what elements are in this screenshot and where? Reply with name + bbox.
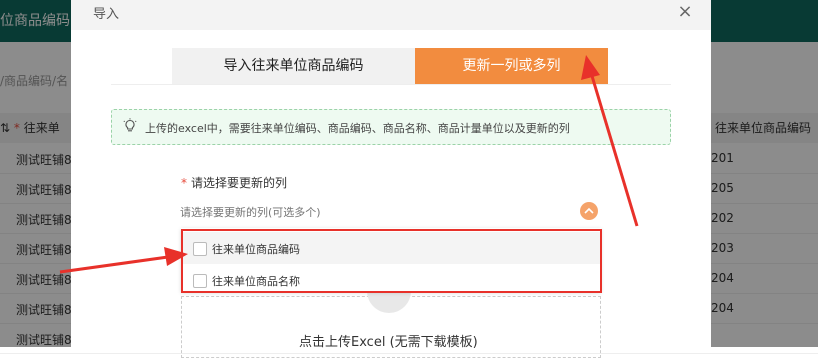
upload-label: 点击上传Excel (无需下载模板) bbox=[299, 335, 478, 350]
tip-banner: 上传的excel中，需要往来单位编码、商品编码、商品名称、商品计量单位以及更新的… bbox=[111, 109, 671, 145]
tip-text: 上传的excel中，需要往来单位编码、商品编码、商品名称、商品计量单位以及更新的… bbox=[145, 122, 570, 135]
chevron-up-icon[interactable] bbox=[580, 202, 598, 220]
dialog-title: 导入 bbox=[93, 7, 120, 22]
dialog-header: 导入 × bbox=[71, 0, 711, 30]
update-columns-select[interactable] bbox=[180, 202, 600, 222]
tab-import-codes[interactable]: 导入往来单位商品编码 bbox=[172, 48, 415, 84]
tab-divider bbox=[111, 84, 671, 85]
update-columns-label: * 请选择要更新的列 bbox=[181, 176, 288, 190]
import-dialog: 导入 × 导入往来单位商品编码 更新一列或多列 上传的excel中，需要往来单位… bbox=[71, 0, 711, 358]
close-icon[interactable]: × bbox=[673, 0, 697, 24]
tab-bar: 导入往来单位商品编码 更新一列或多列 bbox=[172, 48, 608, 84]
upload-area[interactable]: 点击上传Excel (无需下载模板) bbox=[181, 285, 601, 358]
annotation-highlight-box bbox=[181, 229, 602, 293]
lightbulb-icon bbox=[122, 118, 138, 134]
tab-update-columns[interactable]: 更新一列或多列 bbox=[415, 48, 608, 84]
